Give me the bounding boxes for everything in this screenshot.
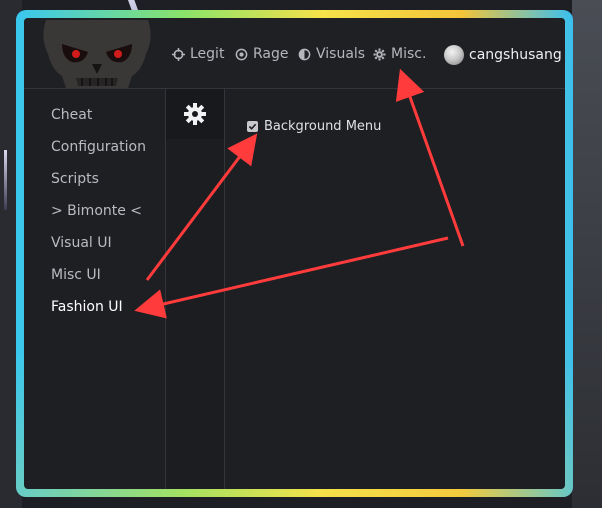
content-panel: Background Menu: [225, 89, 565, 489]
background-menu-option[interactable]: Background Menu: [247, 119, 381, 134]
sidebar-item-cheat[interactable]: Cheat: [51, 107, 92, 123]
tab-misc-label: Misc.: [391, 46, 427, 62]
tab-rage-label: Rage: [253, 46, 289, 62]
cheat-menu-window: Legit Rage Visuals Misc. cangshusang Che…: [24, 18, 565, 489]
tab-legit-label: Legit: [190, 46, 225, 62]
sidebar-item-visual-ui[interactable]: Visual UI: [51, 235, 112, 251]
sidebar-item-misc-ui[interactable]: Misc UI: [51, 267, 101, 283]
target-icon: [235, 48, 248, 60]
gear-icon: [373, 47, 386, 61]
background-menu-checkbox[interactable]: [247, 121, 258, 132]
tab-legit[interactable]: Legit: [172, 46, 224, 62]
settings-subtab[interactable]: [166, 89, 224, 139]
subtab-icon-column: [166, 89, 225, 489]
crosshair-icon: [172, 47, 185, 61]
sidebar-item-fashion-ui[interactable]: Fashion UI: [51, 299, 123, 315]
sidebar-item-bimonte[interactable]: > Bimonte <: [51, 203, 142, 219]
half-circle-icon: [298, 48, 311, 60]
sidebar-item-configuration[interactable]: Configuration: [51, 139, 146, 155]
user-profile[interactable]: cangshusang: [444, 45, 562, 65]
username: cangshusang: [469, 47, 562, 63]
desktop-light-streak: [4, 150, 7, 210]
sidebar: Cheat Configuration Scripts > Bimonte < …: [24, 89, 166, 489]
skull-logo: [43, 20, 151, 88]
tab-visuals-label: Visuals: [316, 46, 366, 62]
tab-rage[interactable]: Rage: [235, 46, 289, 62]
sidebar-item-scripts[interactable]: Scripts: [51, 171, 99, 187]
gear-icon: [184, 103, 206, 125]
desktop-background-right: [572, 0, 602, 508]
checkmark-icon: [248, 123, 257, 130]
background-menu-label: Background Menu: [264, 119, 382, 134]
menu-top-bar: Legit Rage Visuals Misc. cangshusang: [24, 18, 565, 89]
avatar: [444, 45, 464, 65]
tab-misc[interactable]: Misc.: [373, 46, 426, 62]
tab-visuals[interactable]: Visuals: [298, 46, 365, 62]
